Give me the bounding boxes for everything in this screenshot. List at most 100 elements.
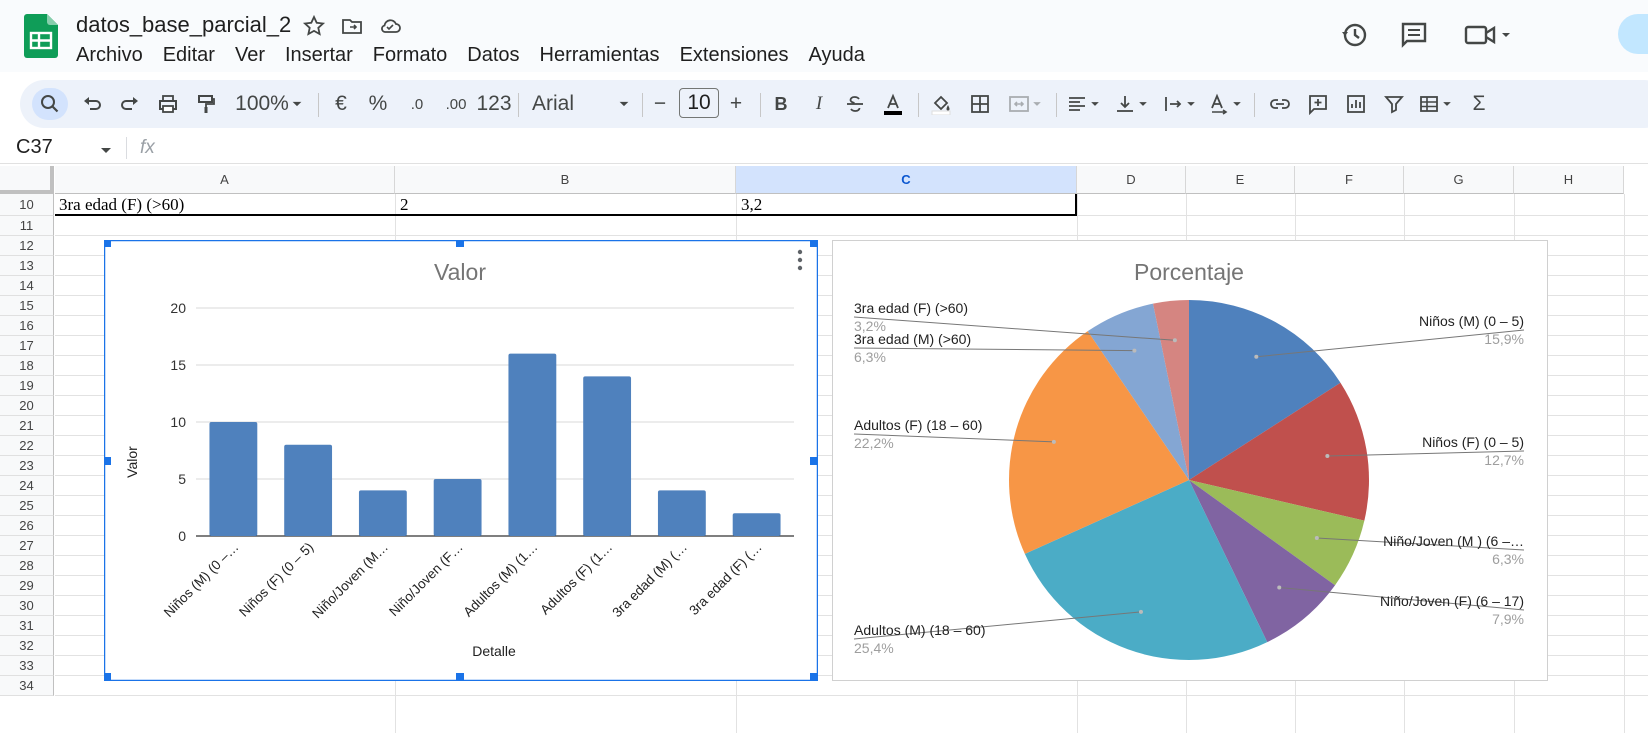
pie-chart[interactable]: Porcentaje Niños (M) (0 – 5) 15,9% Niños (… <box>832 240 1548 681</box>
strikethrough-button[interactable] <box>842 88 868 120</box>
borders-button[interactable] <box>966 88 994 120</box>
row-header-24[interactable]: 24 <box>0 476 54 496</box>
formula-input[interactable] <box>172 135 1572 161</box>
row-header-22[interactable]: 22 <box>0 436 54 456</box>
bar[interactable] <box>284 444 333 536</box>
menu-ver[interactable]: Ver <box>225 42 275 69</box>
column-header-h[interactable]: H <box>1514 166 1624 194</box>
row-header-13[interactable]: 13 <box>0 256 54 276</box>
zoom-select[interactable]: 100% <box>230 88 310 120</box>
bold-button[interactable]: B <box>768 88 794 120</box>
font-size-input[interactable]: 10 <box>679 88 719 118</box>
row-header-10[interactable]: 10 <box>0 194 54 216</box>
row-header-25[interactable]: 25 <box>0 496 54 516</box>
percent-format-button[interactable]: % <box>364 88 392 120</box>
horizontal-align-button[interactable] <box>1064 88 1104 120</box>
currency-format-button[interactable]: € <box>328 88 354 120</box>
decrease-decimal-button[interactable]: .0 <box>402 88 432 120</box>
row-header-20[interactable]: 20 <box>0 396 54 416</box>
name-box[interactable]: C37 <box>16 136 53 159</box>
row-header-28[interactable]: 28 <box>0 556 54 576</box>
bar[interactable] <box>732 513 781 536</box>
row-header-30[interactable]: 30 <box>0 596 54 616</box>
cell-b10[interactable]: 2 <box>396 194 736 216</box>
bar-chart[interactable]: Valor 05101520 Niños (M) (0 –…Niños (F) … <box>104 240 818 681</box>
menu-insertar[interactable]: Insertar <box>275 42 363 69</box>
row-header-32[interactable]: 32 <box>0 636 54 656</box>
chevron-down-icon[interactable] <box>98 142 114 158</box>
redo-button[interactable] <box>116 88 144 120</box>
star-icon[interactable] <box>302 14 326 38</box>
menu-herramientas[interactable]: Herramientas <box>530 42 670 69</box>
paint-format-button[interactable] <box>192 88 220 120</box>
menu-editar[interactable]: Editar <box>153 42 225 69</box>
merge-cells-button[interactable] <box>1004 88 1048 120</box>
cloud-saved-icon[interactable] <box>378 14 402 38</box>
menu-formato[interactable]: Formato <box>363 42 457 69</box>
menu-archivo[interactable]: Archivo <box>66 42 153 69</box>
column-header-f[interactable]: F <box>1295 166 1404 194</box>
increase-font-size-button[interactable]: + <box>724 88 748 120</box>
decrease-font-size-button[interactable]: − <box>648 88 672 120</box>
undo-button[interactable] <box>78 88 106 120</box>
comments-icon[interactable] <box>1397 18 1431 52</box>
row-header-23[interactable]: 23 <box>0 456 54 476</box>
search-menus-button[interactable] <box>32 88 68 120</box>
text-wrapping-button[interactable] <box>1160 88 1200 120</box>
column-header-g[interactable]: G <box>1404 166 1514 194</box>
row-header-18[interactable]: 18 <box>0 356 54 376</box>
menu-datos[interactable]: Datos <box>457 42 529 69</box>
row-header-14[interactable]: 14 <box>0 276 54 296</box>
vertical-align-button[interactable] <box>1112 88 1152 120</box>
increase-decimal-button[interactable]: .00 <box>438 88 474 120</box>
column-header-b[interactable]: B <box>395 166 736 194</box>
row-header-16[interactable]: 16 <box>0 316 54 336</box>
menu-extensiones[interactable]: Extensiones <box>670 42 799 69</box>
bar[interactable] <box>508 353 557 536</box>
chart-menu-icon[interactable] <box>797 249 803 271</box>
bar[interactable] <box>657 490 706 536</box>
column-header-d[interactable]: D <box>1077 166 1186 194</box>
cell-c10[interactable]: 3,2 <box>737 194 1077 216</box>
row-header-27[interactable]: 27 <box>0 536 54 556</box>
fill-color-button[interactable] <box>926 88 956 120</box>
row-header-11[interactable]: 11 <box>0 216 54 236</box>
text-rotation-button[interactable] <box>1206 88 1246 120</box>
row-header-21[interactable]: 21 <box>0 416 54 436</box>
row-header-12[interactable]: 12 <box>0 236 54 256</box>
column-header-a[interactable]: A <box>55 166 395 194</box>
functions-button[interactable]: Σ <box>1466 88 1492 120</box>
bar[interactable] <box>433 479 482 536</box>
menu-ayuda[interactable]: Ayuda <box>799 42 875 69</box>
insert-chart-button[interactable] <box>1342 88 1370 120</box>
row-header-19[interactable]: 19 <box>0 376 54 396</box>
italic-button[interactable]: I <box>806 88 832 120</box>
row-header-33[interactable]: 33 <box>0 656 54 676</box>
row-header-26[interactable]: 26 <box>0 516 54 536</box>
row-header-17[interactable]: 17 <box>0 336 54 356</box>
row-header-31[interactable]: 31 <box>0 616 54 636</box>
document-title[interactable]: datos_base_parcial_2 <box>76 12 291 38</box>
version-history-icon[interactable] <box>1337 18 1371 52</box>
select-all-corner[interactable] <box>0 166 54 194</box>
sheets-logo-icon[interactable] <box>24 14 58 58</box>
more-formats-button[interactable]: 123 <box>476 88 512 120</box>
share-button[interactable] <box>1618 14 1648 54</box>
column-header-e[interactable]: E <box>1186 166 1295 194</box>
bar[interactable] <box>358 490 407 536</box>
font-select[interactable]: Arial <box>532 88 632 120</box>
cell-a10[interactable]: 3ra edad (F) (>60) <box>55 194 395 216</box>
meet-icon[interactable] <box>1462 18 1518 52</box>
insert-comment-button[interactable] <box>1304 88 1332 120</box>
bar[interactable] <box>583 376 632 536</box>
create-filter-button[interactable] <box>1380 88 1408 120</box>
text-color-button[interactable] <box>878 88 908 120</box>
move-folder-icon[interactable] <box>340 14 364 38</box>
insert-link-button[interactable] <box>1266 88 1294 120</box>
row-header-29[interactable]: 29 <box>0 576 54 596</box>
column-header-c[interactable]: C <box>736 166 1077 194</box>
print-button[interactable] <box>154 88 182 120</box>
row-header-34[interactable]: 34 <box>0 676 54 696</box>
row-header-15[interactable]: 15 <box>0 296 54 316</box>
bar[interactable] <box>209 422 258 536</box>
